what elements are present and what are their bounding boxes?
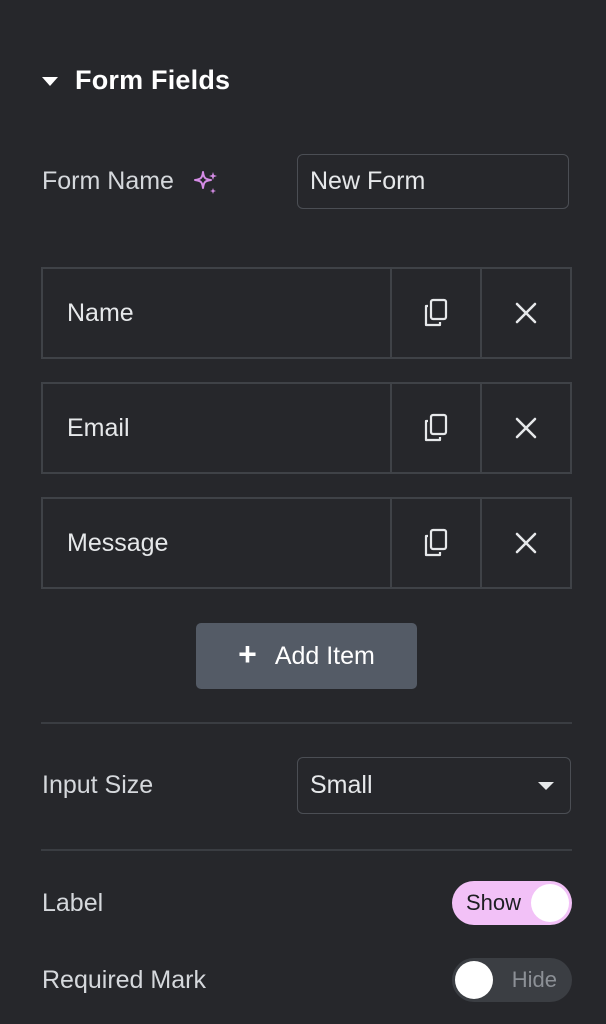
copy-icon bbox=[424, 413, 448, 442]
input-size-select[interactable]: Small bbox=[297, 757, 571, 814]
close-icon bbox=[515, 417, 537, 439]
remove-button[interactable] bbox=[480, 384, 570, 472]
section-header-form-fields[interactable]: Form Fields bbox=[42, 60, 230, 100]
repeater-item-title[interactable]: Email bbox=[43, 384, 390, 472]
duplicate-button[interactable] bbox=[390, 269, 480, 357]
divider bbox=[41, 722, 572, 724]
copy-icon bbox=[424, 528, 448, 557]
chevron-down-icon bbox=[538, 782, 554, 790]
required-mark-label: Required Mark bbox=[42, 966, 206, 994]
remove-button[interactable] bbox=[480, 269, 570, 357]
toggle-knob bbox=[531, 884, 569, 922]
divider bbox=[41, 849, 572, 851]
caret-down-icon bbox=[42, 76, 58, 86]
sparkle-icon[interactable] bbox=[192, 169, 220, 197]
form-name-input[interactable] bbox=[297, 154, 569, 209]
toggle-state-text: Show bbox=[466, 890, 522, 915]
label-show-toggle[interactable]: Show bbox=[452, 881, 572, 925]
add-item-label: Add Item bbox=[274, 641, 375, 670]
input-size-label: Input Size bbox=[42, 771, 154, 799]
form-settings-panel: Form Fields Form Name Name Email bbox=[0, 0, 606, 1024]
duplicate-button[interactable] bbox=[390, 384, 480, 472]
toggle-state-text: Hide bbox=[511, 967, 557, 992]
plus-icon: + bbox=[238, 636, 257, 672]
repeater-item-title[interactable]: Message bbox=[43, 499, 390, 587]
repeater-item-message: Message bbox=[41, 497, 572, 589]
remove-button[interactable] bbox=[480, 499, 570, 587]
close-icon bbox=[515, 532, 537, 554]
section-title: Form Fields bbox=[75, 64, 231, 95]
add-item-button[interactable]: + Add Item bbox=[196, 623, 417, 689]
repeater-item-name: Name bbox=[41, 267, 572, 359]
form-name-label: Form Name bbox=[42, 167, 174, 195]
copy-icon bbox=[424, 298, 448, 327]
input-size-value: Small bbox=[310, 771, 373, 799]
close-icon bbox=[515, 302, 537, 324]
repeater-item-email: Email bbox=[41, 382, 572, 474]
required-mark-toggle[interactable]: Hide bbox=[452, 958, 572, 1002]
toggle-knob bbox=[455, 961, 493, 999]
repeater-item-title[interactable]: Name bbox=[43, 269, 390, 357]
duplicate-button[interactable] bbox=[390, 499, 480, 587]
label-toggle-label: Label bbox=[42, 889, 104, 917]
